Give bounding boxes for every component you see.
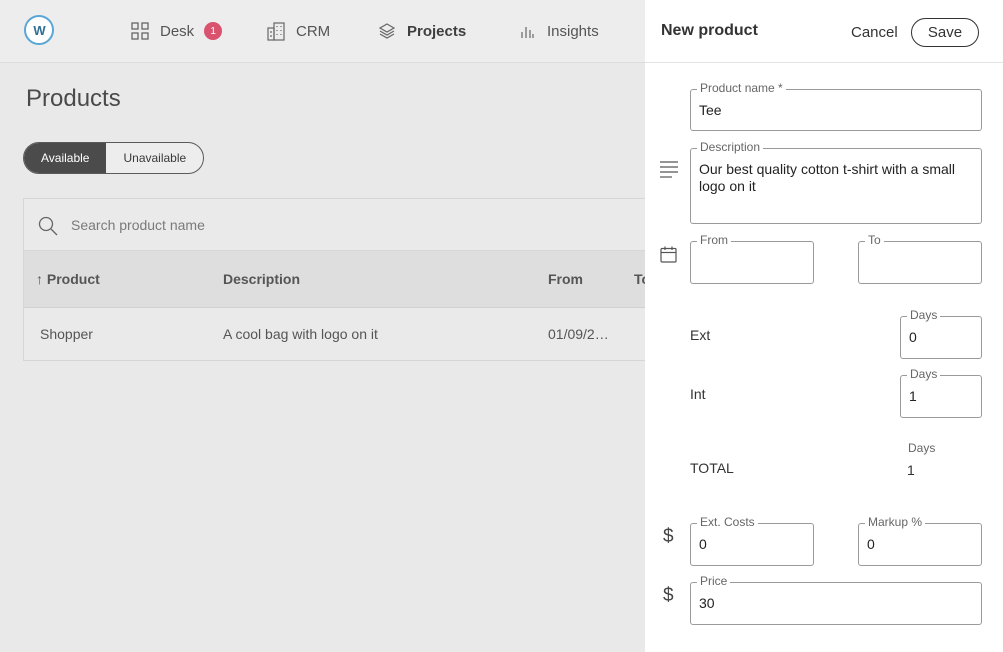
table-row[interactable]: Shopper A cool bag with logo on it 01/09… bbox=[24, 308, 662, 361]
notification-badge: 1 bbox=[204, 22, 223, 40]
total-label: TOTAL bbox=[690, 460, 734, 476]
new-product-panel: New product Cancel Save Product name * T… bbox=[645, 0, 1003, 652]
field-value: Tee bbox=[699, 102, 722, 118]
ext-days-field[interactable]: Days 0 bbox=[900, 308, 982, 359]
cell-description: A cool bag with logo on it bbox=[223, 326, 378, 342]
search-bar[interactable]: Search product name bbox=[24, 199, 662, 251]
nav-item-label: Desk bbox=[160, 22, 195, 40]
markup-field[interactable]: Markup % 0 bbox=[858, 515, 982, 566]
field-value: 0 bbox=[909, 329, 917, 345]
search-icon bbox=[38, 216, 58, 241]
field-label: Price bbox=[697, 574, 731, 588]
cell-from: 01/09/2… bbox=[548, 326, 609, 342]
int-days-field[interactable]: Days 1 bbox=[900, 367, 982, 418]
column-header-from[interactable]: From bbox=[548, 271, 583, 287]
field-label: Description bbox=[697, 140, 764, 154]
field-label: Product name * bbox=[697, 81, 786, 95]
app-logo-icon[interactable]: W bbox=[24, 15, 54, 45]
page-title: Products bbox=[26, 85, 121, 112]
description-field[interactable]: Description Our best quality cotton t-sh… bbox=[690, 140, 982, 224]
from-date-field[interactable]: From bbox=[690, 233, 814, 284]
field-label: To bbox=[865, 233, 884, 247]
field-value: 1 bbox=[909, 388, 917, 404]
sort-ascending-icon: ↑ bbox=[36, 271, 43, 287]
nav-item-desk[interactable]: Desk 1 bbox=[130, 20, 223, 42]
total-days-value: 1 bbox=[907, 462, 915, 478]
filter-available-button[interactable]: Available bbox=[24, 143, 107, 173]
save-button[interactable]: Save bbox=[911, 18, 979, 47]
panel-header: New product Cancel Save bbox=[645, 0, 1003, 63]
text-align-icon bbox=[659, 160, 679, 183]
building-icon bbox=[266, 21, 286, 41]
field-label: Days bbox=[907, 367, 941, 381]
field-label: Days bbox=[907, 308, 941, 322]
field-label: From bbox=[697, 233, 731, 247]
nav-item-label: CRM bbox=[296, 22, 331, 40]
price-field[interactable]: Price 30 bbox=[690, 574, 982, 625]
nav-item-label: Projects bbox=[407, 22, 467, 40]
layers-icon bbox=[377, 21, 397, 41]
field-value: 0 bbox=[867, 536, 875, 552]
field-value: Our best quality cotton t-shirt with a s… bbox=[699, 161, 955, 194]
field-value: 0 bbox=[699, 536, 707, 552]
dollar-icon: $ bbox=[663, 526, 674, 547]
bar-chart-icon bbox=[517, 21, 537, 41]
grid-icon bbox=[130, 21, 150, 41]
cell-product: Shopper bbox=[40, 326, 93, 342]
field-value: 30 bbox=[699, 595, 715, 611]
search-input[interactable]: Search product name bbox=[71, 217, 205, 233]
nav-item-crm[interactable]: CRM bbox=[266, 20, 330, 42]
filter-unavailable-button[interactable]: Unavailable bbox=[106, 143, 203, 173]
ext-costs-field[interactable]: Ext. Costs 0 bbox=[690, 515, 814, 566]
availability-filter: Available Unavailable bbox=[23, 142, 205, 174]
calendar-icon bbox=[660, 246, 677, 268]
dollar-icon: $ bbox=[663, 585, 674, 606]
nav-item-projects[interactable]: Projects bbox=[377, 20, 466, 42]
int-label: Int bbox=[690, 386, 706, 402]
nav-item-label: Insights bbox=[547, 22, 599, 40]
nav-item-insights[interactable]: Insights bbox=[517, 20, 599, 42]
panel-title: New product bbox=[661, 22, 758, 39]
column-header-product[interactable]: ↑ Product bbox=[36, 271, 100, 287]
field-label: Markup % bbox=[865, 515, 926, 529]
product-name-field[interactable]: Product name * Tee bbox=[690, 81, 982, 131]
column-header-description[interactable]: Description bbox=[223, 271, 300, 287]
ext-label: Ext bbox=[690, 327, 711, 343]
field-label: Ext. Costs bbox=[697, 515, 758, 529]
products-table: Search product name ↑ Product Descriptio… bbox=[23, 198, 663, 361]
table-header: ↑ Product Description From To bbox=[24, 251, 662, 308]
to-date-field[interactable]: To bbox=[858, 233, 982, 284]
total-days-label: Days bbox=[908, 441, 936, 455]
cancel-button[interactable]: Cancel bbox=[851, 24, 898, 41]
column-label: Product bbox=[46, 271, 100, 287]
